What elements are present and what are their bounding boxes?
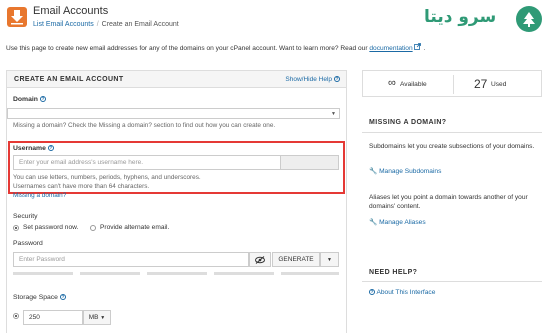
wrench-icon: 🔧	[369, 219, 378, 226]
intro-suffix: .	[423, 45, 426, 52]
panel-title: CREATE AN EMAIL ACCOUNT	[14, 76, 124, 83]
username-label-text: Username	[13, 145, 46, 152]
password-input[interactable]: Enter Password	[13, 252, 249, 267]
storage-space-label: Storage Space?	[13, 294, 66, 301]
documentation-link[interactable]: documentation	[369, 45, 412, 52]
password-strength-segment-1	[13, 272, 73, 275]
external-link-icon	[414, 43, 423, 52]
question-icon: ?	[47, 145, 54, 151]
alternate-email-radio[interactable]	[90, 225, 96, 231]
username-domain-addon	[280, 155, 339, 170]
available-label: Available	[400, 81, 427, 88]
manage-subdomains-label: Manage Subdomains	[379, 168, 442, 175]
domain-label: Domain?	[13, 96, 46, 103]
subdomains-text: Subdomains let you create subsections of…	[369, 143, 535, 150]
stats-divider	[453, 75, 454, 94]
password-label: Password	[13, 240, 43, 247]
about-interface-link[interactable]: ? About This Interface	[369, 289, 435, 296]
show-hide-help-label: Show/Hide Help	[285, 76, 332, 83]
missing-domain-link[interactable]: Missing a domain?	[13, 192, 66, 199]
brand-tree-icon	[516, 6, 542, 32]
manage-aliases-label: Manage Aliases	[379, 219, 426, 226]
caret-down-icon: ▼	[100, 315, 106, 321]
breadcrumb-separator: /	[96, 21, 99, 28]
brand-logo-text: سرو دیتا	[424, 7, 497, 27]
set-password-radio[interactable]	[13, 225, 19, 231]
domain-select[interactable]: ▼	[7, 108, 340, 119]
missing-domain-heading: MISSING A DOMAIN?	[369, 119, 447, 126]
domain-help-text: Missing a domain? Check the Missing a do…	[13, 122, 276, 129]
breadcrumb-current: Create an Email Account	[101, 21, 179, 28]
storage-unit-label: MB	[88, 314, 99, 321]
need-help-heading: NEED HELP?	[369, 269, 418, 276]
question-circle-icon: ?	[369, 289, 375, 295]
brand-logo: سرو دیتا	[424, 6, 542, 32]
storage-limited-radio[interactable]	[13, 313, 19, 319]
username-help-2: Usernames can't have more than 64 charac…	[13, 183, 150, 190]
set-password-label: Set password now.	[23, 224, 79, 231]
infinity-icon: ∞	[388, 77, 396, 89]
breadcrumb-list-email-accounts[interactable]: List Email Accounts	[33, 21, 94, 28]
intro-body: Use this page to create new email addres…	[6, 45, 368, 52]
password-strength-segment-2	[80, 272, 140, 275]
breadcrumb: List Email Accounts / Create an Email Acco…	[33, 21, 179, 28]
aliases-text: Aliases let you point a domain towards a…	[369, 194, 528, 210]
storage-unit-select[interactable]: MB ▼	[83, 310, 111, 325]
eye-slash-icon	[255, 256, 265, 264]
wrench-icon: 🔧	[369, 168, 378, 175]
panel-header: CREATE AN EMAIL ACCOUNT Show/Hide Help?	[7, 71, 346, 88]
show-hide-help-toggle[interactable]: Show/Hide Help?	[285, 76, 340, 83]
caret-down-icon: ▼	[327, 257, 332, 263]
chevron-down-icon: ▼	[331, 111, 336, 117]
question-icon: ?	[39, 96, 46, 102]
divider	[362, 132, 542, 133]
password-strength-segment-3	[147, 272, 207, 275]
used-label: Used	[491, 81, 507, 88]
domain-label-text: Domain	[13, 96, 38, 103]
page-header: Email Accounts List Email Accounts / Creat…	[0, 0, 550, 36]
toggle-password-visibility-button[interactable]	[249, 252, 271, 267]
email-accounts-icon	[7, 7, 27, 27]
storage-space-label-text: Storage Space	[13, 294, 58, 301]
about-interface-label: About This Interface	[376, 289, 436, 296]
password-strength-segment-5	[281, 272, 339, 275]
question-icon: ?	[59, 294, 66, 300]
divider	[362, 281, 542, 282]
email-usage-stats: ∞ Available 27 Used	[362, 70, 542, 97]
page-title: Email Accounts	[33, 5, 109, 17]
password-strength-segment-4	[214, 272, 274, 275]
used-count: 27	[474, 77, 488, 91]
username-help-1: You can use letters, numbers, periods, h…	[13, 174, 201, 181]
username-input[interactable]: Enter your email address's username here…	[13, 155, 281, 170]
manage-subdomains-link[interactable]: 🔧 Manage Subdomains	[369, 167, 441, 175]
manage-aliases-link[interactable]: 🔧 Manage Aliases	[369, 218, 426, 226]
question-icon: ?	[334, 76, 340, 82]
intro-text: Use this page to create new email addres…	[6, 43, 425, 52]
generate-options-button[interactable]: ▼	[320, 252, 339, 267]
generate-password-button[interactable]: GENERATE	[272, 252, 320, 267]
storage-space-input[interactable]: 250	[23, 310, 83, 325]
alternate-email-label: Provide alternate email.	[100, 224, 170, 231]
username-label: Username?	[13, 145, 54, 152]
security-label: Security	[13, 213, 38, 220]
